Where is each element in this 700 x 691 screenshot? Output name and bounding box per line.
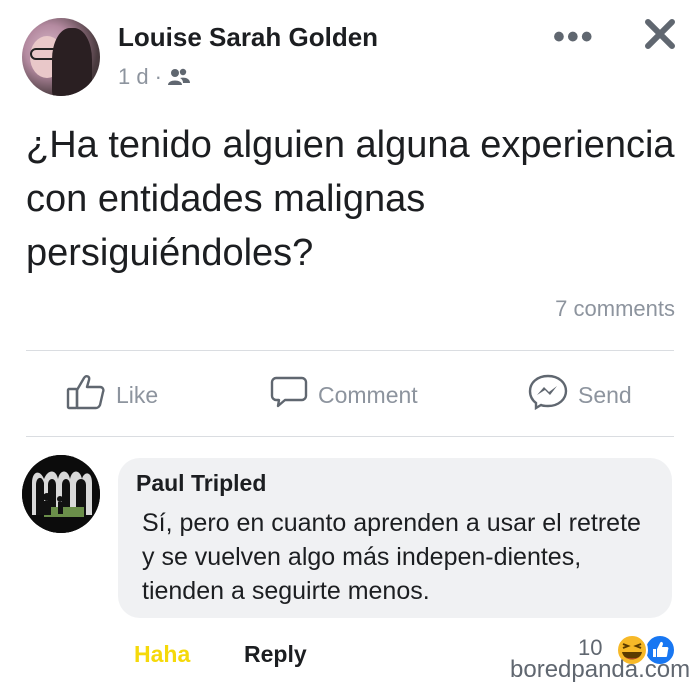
comment-text: Sí, pero en cuanto aprenden a usar el re… (142, 509, 641, 605)
comment-label: Comment (318, 381, 418, 408)
like-icon (66, 374, 106, 416)
close-icon[interactable] (640, 12, 680, 56)
post-time[interactable]: 1 d (118, 64, 149, 90)
reply-button[interactable]: Reply (244, 641, 307, 668)
commenter-avatar[interactable] (22, 455, 100, 533)
meta-separator: · (154, 64, 162, 89)
divider-bottom (26, 436, 674, 437)
post-text: ¿Ha tenido alguien alguna experiencia co… (26, 124, 675, 274)
watermark: boredpanda.com (510, 656, 691, 683)
post-author-name[interactable]: Louise Sarah Golden (118, 22, 378, 53)
messenger-icon (528, 374, 568, 416)
haha-reaction-button[interactable]: Haha (134, 641, 190, 668)
comment-icon (270, 375, 308, 415)
comment-button[interactable]: Comment (270, 375, 418, 415)
send-button[interactable]: Send (528, 374, 632, 412)
like-button[interactable]: Like (66, 375, 159, 412)
post-meta: 1 d · (118, 64, 190, 90)
more-options-button[interactable]: ••• (553, 18, 595, 57)
divider-top (26, 350, 674, 351)
comment-author-name[interactable]: Paul Tripled (136, 470, 266, 497)
author-avatar[interactable] (22, 18, 100, 96)
like-label: Like (116, 381, 159, 408)
friends-icon (167, 68, 190, 86)
comments-count-link[interactable]: 7 comments (555, 296, 675, 322)
send-label: Send (578, 381, 632, 408)
